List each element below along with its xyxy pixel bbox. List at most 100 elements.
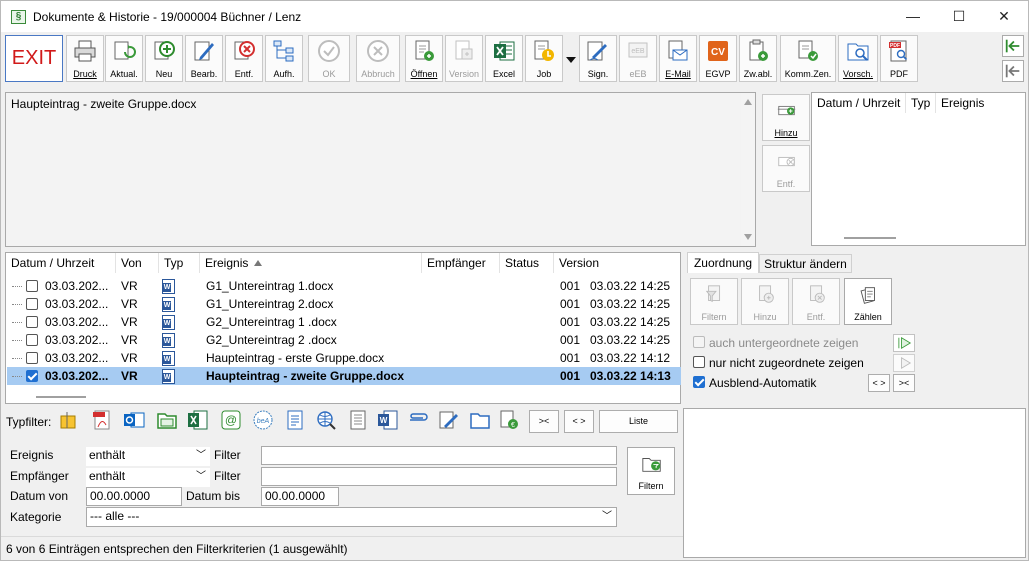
check-ausblend-automatik[interactable] — [693, 376, 705, 388]
close-button[interactable]: ✕ — [981, 1, 1027, 32]
zuordnung-add-button[interactable]: Hinzu — [741, 278, 789, 325]
history-col-event[interactable]: Ereignis — [936, 93, 1026, 113]
history-col-date[interactable]: Datum / Uhrzeit — [812, 93, 906, 113]
col-datum[interactable]: Datum / Uhrzeit — [6, 253, 116, 273]
refresh-button[interactable]: Aktual. — [105, 35, 143, 82]
col-von[interactable]: Von — [116, 253, 159, 273]
document-filter-icon[interactable] — [284, 409, 306, 431]
row-checkbox[interactable] — [26, 352, 38, 364]
history-add-button[interactable]: Hinzu — [762, 94, 810, 141]
clipboard-button[interactable]: Zw.abl. — [739, 35, 777, 82]
datum-bis-input[interactable]: 00.00.0000 — [261, 487, 339, 506]
dock-left-button[interactable] — [1002, 60, 1024, 82]
history-col-type[interactable]: Typ — [906, 93, 936, 113]
empfaenger-filter-input[interactable] — [261, 467, 617, 486]
egvp-button[interactable]: CV EGVP — [699, 35, 737, 82]
tab-zuordnung[interactable]: Zuordnung — [687, 252, 759, 273]
apply-filter-button[interactable]: Filtern — [627, 447, 675, 495]
edit-filter-icon[interactable] — [438, 409, 460, 431]
scroll-up-icon[interactable] — [744, 99, 752, 105]
tab-struktur[interactable]: Struktur ändern — [759, 254, 852, 273]
row-checkbox[interactable] — [26, 334, 38, 346]
col-typ[interactable]: Typ — [159, 253, 200, 273]
history-hscroll-thumb[interactable] — [844, 237, 896, 239]
doc-green-filter-icon[interactable]: € — [498, 409, 520, 431]
job-dropdown-icon[interactable] — [566, 57, 576, 63]
delete-button[interactable]: Entf. — [225, 35, 263, 82]
zuordnung-filter-button[interactable]: Filtern — [690, 278, 738, 325]
typfilter-collapse-button[interactable]: >< — [529, 410, 559, 433]
note-filter-icon[interactable] — [58, 409, 80, 431]
ok-button[interactable]: OK — [308, 35, 350, 82]
row-checkbox[interactable] — [26, 316, 38, 328]
cancel-button[interactable]: Abbruch — [356, 35, 400, 82]
web-filter-icon[interactable] — [315, 409, 337, 431]
job-button[interactable]: Job — [525, 35, 563, 82]
table-row[interactable]: 03.03.202... VR G2_Untereintrag 2 .docx 001… — [7, 331, 681, 349]
col-ereignis-label: Ereignis — [205, 256, 249, 270]
new-button[interactable]: Neu — [145, 35, 183, 82]
outlook-filter-icon[interactable] — [123, 409, 145, 431]
typfilter-expand-button[interactable]: < > — [564, 410, 594, 433]
exit-button[interactable]: EXIT — [5, 35, 63, 82]
collapse-all-button[interactable]: >< — [893, 374, 915, 392]
dock-right-button[interactable] — [1002, 35, 1024, 57]
sign-button[interactable]: Sign. — [579, 35, 617, 82]
col-empfaenger[interactable]: Empfänger — [422, 253, 500, 273]
folder-blue-filter-icon[interactable] — [469, 409, 491, 431]
attachment-filter-icon[interactable] — [407, 409, 429, 431]
expand-all-button[interactable]: < > — [868, 374, 890, 392]
datum-von-input[interactable]: 00.00.0000 — [86, 487, 182, 506]
ereignis-op-select[interactable]: enthält ﹀ — [86, 447, 210, 466]
pdf-button[interactable]: PDF PDF — [880, 35, 918, 82]
excel-filter-icon[interactable] — [187, 409, 209, 431]
folder-green-filter-icon[interactable] — [156, 409, 178, 431]
minimize-button[interactable]: — — [890, 1, 936, 32]
preview-scrollbar[interactable] — [741, 93, 755, 246]
table-row[interactable]: 03.03.202... VR Haupteintrag - zweite Grup… — [7, 367, 681, 385]
row-checkbox[interactable] — [26, 370, 38, 382]
svg-text:W: W — [380, 416, 388, 425]
play-green-button[interactable] — [893, 334, 915, 352]
col-ereignis[interactable]: Ereignis — [200, 253, 422, 273]
word-filter-icon[interactable]: W — [377, 409, 399, 431]
open-button[interactable]: Öffnen — [405, 35, 443, 82]
pdf-filter-icon[interactable] — [91, 409, 113, 431]
check-untergeordnete[interactable] — [693, 336, 705, 348]
zuordnung-count-button[interactable]: Zählen — [844, 278, 892, 325]
history-remove-button[interactable]: Entf. — [762, 145, 810, 192]
empfaenger-op-select[interactable]: enthält ﹀ — [86, 468, 210, 487]
print-button[interactable]: Druck — [66, 35, 104, 82]
row-checkbox[interactable] — [26, 298, 38, 310]
table-row[interactable]: 03.03.202... VR Haupteintrag - erste Grupp… — [7, 349, 681, 367]
kategorie-select[interactable]: --- alle --- ﹀ — [86, 507, 617, 527]
row-checkbox[interactable] — [26, 280, 38, 292]
text-doc-filter-icon[interactable] — [347, 409, 369, 431]
egvp-icon: CV — [708, 41, 728, 61]
col-version[interactable]: Version — [554, 253, 681, 273]
comm-center-button[interactable]: Komm.Zen. — [780, 35, 836, 82]
col-status[interactable]: Status — [500, 253, 554, 273]
resolve-button[interactable]: Aufh. — [265, 35, 303, 82]
version-button[interactable]: Version — [445, 35, 483, 82]
email-at-filter-icon[interactable]: @ — [220, 409, 242, 431]
table-row[interactable]: 03.03.202... VR G1_Untereintrag 2.docx 001 0… — [7, 295, 681, 313]
zuordnung-remove-button[interactable]: Entf. — [792, 278, 840, 325]
ereignis-filter-input[interactable] — [261, 446, 617, 465]
eeb-button[interactable]: eEB eEB — [619, 35, 657, 82]
documents-table: Datum / Uhrzeit Von Typ Ereignis Empfäng… — [5, 252, 681, 404]
bea-filter-icon[interactable]: beA — [252, 409, 274, 431]
excel-button[interactable]: Excel — [485, 35, 523, 82]
scroll-down-icon[interactable] — [744, 234, 752, 240]
maximize-button[interactable]: ☐ — [936, 1, 982, 32]
table-row[interactable]: 03.03.202... VR G1_Untereintrag 1.docx 001 0… — [7, 277, 681, 295]
preview-area: Haupteintrag - zweite Gruppe.docx — [5, 92, 756, 247]
play-gray-button[interactable] — [893, 354, 915, 372]
table-hscroll-thumb[interactable] — [36, 396, 86, 398]
preview-button[interactable]: Vorsch. — [838, 35, 878, 82]
check-nicht-zugeordnete[interactable] — [693, 356, 705, 368]
edit-button[interactable]: Bearb. — [185, 35, 223, 82]
email-button[interactable]: E-Mail — [659, 35, 697, 82]
table-row[interactable]: 03.03.202... VR G2_Untereintrag 1 .docx 001… — [7, 313, 681, 331]
typfilter-list-button[interactable]: Liste — [599, 410, 678, 433]
